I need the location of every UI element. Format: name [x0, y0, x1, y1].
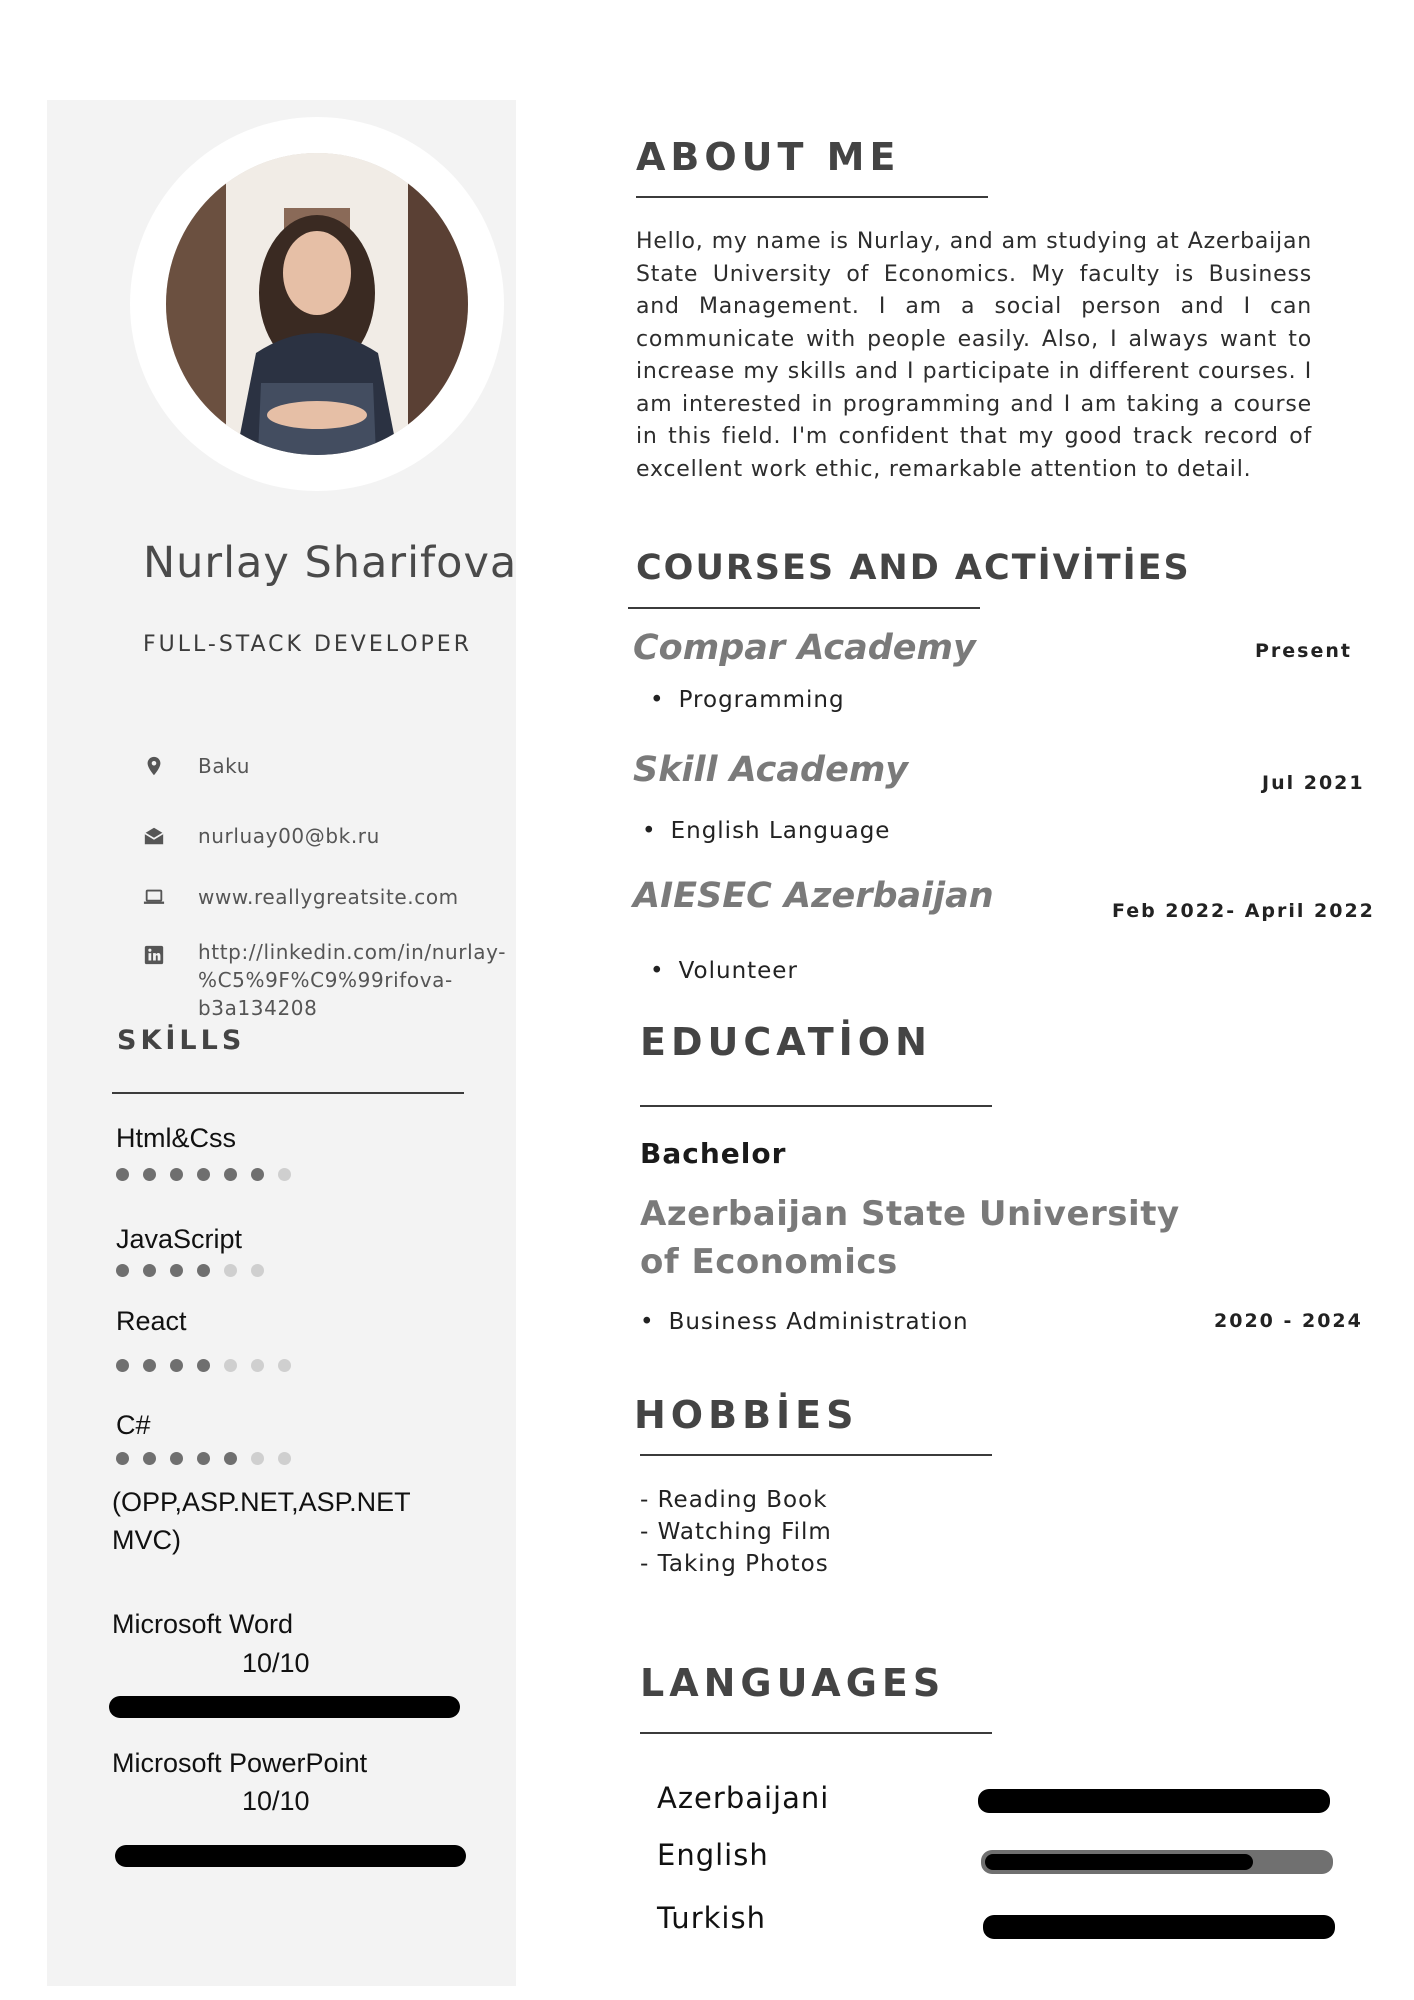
- rating-dot-filled: [116, 1359, 129, 1372]
- profile-photo: [166, 153, 468, 455]
- course-date-compar: Present: [1255, 640, 1352, 662]
- languages-divider: [640, 1732, 992, 1734]
- rating-dot-filled: [143, 1452, 156, 1465]
- language-bar-turkish-fill: [983, 1915, 1335, 1939]
- course-org-skill: Skill Academy: [633, 750, 909, 790]
- contact-email[interactable]: nurluay00@bk.ru: [198, 822, 380, 850]
- contact-linkedin-line2[interactable]: %C5%9F%C9%99rifova-: [198, 966, 453, 994]
- tool-score-powerpoint: 10/10: [242, 1786, 310, 1816]
- tool-bar-powerpoint: [115, 1845, 466, 1867]
- contact-website[interactable]: www.reallygreatsite.com: [198, 883, 459, 911]
- education-years: 2020 - 2024: [1214, 1310, 1363, 1332]
- languages-heading: LANGUAGES: [640, 1661, 946, 1705]
- language-name-turkish: Turkish: [657, 1901, 766, 1935]
- language-bar-english: [981, 1850, 1333, 1874]
- rating-dot-empty: [251, 1452, 264, 1465]
- contact-linkedin-line1[interactable]: http://linkedin.com/in/nurlay-: [198, 938, 506, 966]
- hobby-item: - Watching Film: [640, 1519, 832, 1545]
- about-heading: ABOUT ME: [636, 135, 901, 179]
- tool-label-powerpoint: Microsoft PowerPoint: [112, 1748, 368, 1778]
- language-bar-turkish: [983, 1915, 1335, 1939]
- rating-dot-empty: [278, 1168, 291, 1181]
- tool-bar-word: [109, 1696, 460, 1718]
- rating-dot-empty: [251, 1264, 264, 1277]
- rating-dot-empty: [224, 1264, 237, 1277]
- rating-dot-filled: [251, 1168, 264, 1181]
- language-bar-english-fill: [985, 1854, 1254, 1870]
- profile-role: FULL-STACK DEVELOPER: [143, 632, 472, 657]
- rating-dot-empty: [278, 1452, 291, 1465]
- education-field: Business Administration: [640, 1309, 969, 1335]
- rating-dot-filled: [143, 1359, 156, 1372]
- rating-dot-filled: [170, 1168, 183, 1181]
- tool-score-word: 10/10: [242, 1648, 310, 1678]
- rating-dot-filled: [170, 1264, 183, 1277]
- linkedin-icon: [144, 945, 164, 965]
- rating-dot-filled: [197, 1359, 210, 1372]
- skills-divider: [112, 1092, 464, 1094]
- skill-label-javascript: JavaScript: [116, 1224, 243, 1254]
- education-heading: EDUCATİON: [640, 1020, 932, 1064]
- tool-bar-word-fill: [109, 1696, 460, 1718]
- skill-rating-csharp: [116, 1452, 291, 1465]
- laptop-icon: [143, 889, 165, 904]
- hobbies-heading: HOBBİES: [634, 1393, 859, 1437]
- course-detail-aiesec: Volunteer: [650, 958, 798, 984]
- hobby-item: - Reading Book: [640, 1487, 828, 1513]
- language-name-azerbaijani: Azerbaijani: [657, 1781, 830, 1815]
- rating-dot-empty: [278, 1359, 291, 1372]
- rating-dot-filled: [116, 1264, 129, 1277]
- skill-rating-javascript: [116, 1264, 264, 1277]
- skills-heading: SKİLLS: [117, 1025, 246, 1056]
- course-detail-compar: Programming: [650, 687, 845, 713]
- courses-divider: [628, 607, 980, 609]
- hobby-item: - Taking Photos: [640, 1551, 829, 1577]
- rating-dot-filled: [197, 1264, 210, 1277]
- skill-label-html-css: Html&Css: [116, 1123, 236, 1153]
- rating-dot-filled: [197, 1168, 210, 1181]
- about-text: Hello, my name is Nurlay, and am studyin…: [636, 229, 1312, 482]
- rating-dot-filled: [170, 1452, 183, 1465]
- tool-label-word: Microsoft Word: [112, 1609, 294, 1639]
- rating-dot-filled: [143, 1168, 156, 1181]
- skill-rating-html-css: [116, 1168, 291, 1181]
- rating-dot-filled: [116, 1452, 129, 1465]
- location-pin-icon: [147, 756, 161, 776]
- course-org-compar: Compar Academy: [633, 628, 976, 668]
- rating-dot-filled: [143, 1264, 156, 1277]
- course-detail-skill: English Language: [642, 818, 890, 844]
- contact-location: Baku: [198, 754, 251, 778]
- profile-name: Nurlay Sharifova: [143, 538, 518, 588]
- course-org-aiesec: AIESEC Azerbaijan: [633, 876, 994, 916]
- course-date-skill: Jul 2021: [1262, 772, 1365, 794]
- courses-heading: COURSES AND ACTİVİTİES: [636, 548, 1191, 588]
- email-envelope-icon: [144, 827, 164, 845]
- education-degree: Bachelor: [640, 1137, 787, 1170]
- skill-rating-react: [116, 1359, 291, 1372]
- rating-dot-filled: [170, 1359, 183, 1372]
- rating-dot-empty: [251, 1359, 264, 1372]
- tool-bar-powerpoint-fill: [115, 1845, 466, 1867]
- contact-linkedin-line3[interactable]: b3a134208: [198, 994, 317, 1022]
- language-bar-azerbaijani: [978, 1789, 1330, 1813]
- rating-dot-empty: [224, 1359, 237, 1372]
- rating-dot-filled: [197, 1452, 210, 1465]
- about-divider: [636, 196, 988, 198]
- skill-label-csharp: C#: [116, 1410, 151, 1440]
- rating-dot-filled: [116, 1168, 129, 1181]
- rating-dot-filled: [224, 1452, 237, 1465]
- course-date-aiesec: Feb 2022- April 2022: [1112, 900, 1375, 922]
- language-name-english: English: [657, 1838, 769, 1872]
- csharp-note-line1: (OPP,ASP.NET,ASP.NET: [112, 1487, 411, 1517]
- skill-label-react: React: [116, 1306, 187, 1336]
- education-divider: [640, 1105, 992, 1107]
- education-university: Azerbaijan State University of Economics: [640, 1194, 1180, 1282]
- hobbies-divider: [640, 1454, 992, 1456]
- language-bar-azerbaijani-fill: [978, 1789, 1330, 1813]
- rating-dot-filled: [224, 1168, 237, 1181]
- csharp-note-line2: MVC): [112, 1525, 181, 1555]
